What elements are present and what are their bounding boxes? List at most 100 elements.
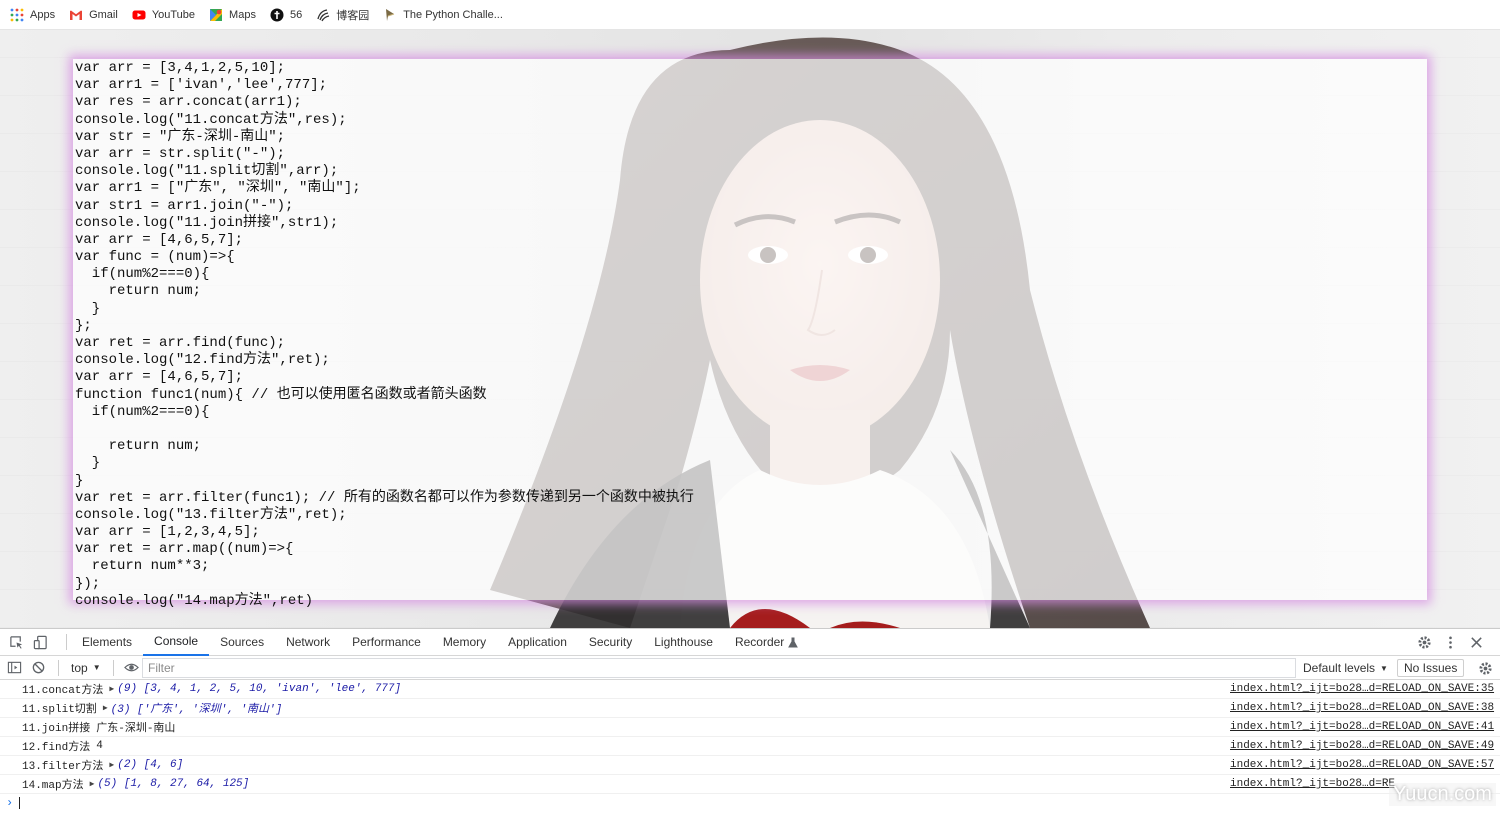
log-levels-label: Default levels [1303, 661, 1376, 675]
inspect-element-icon[interactable] [8, 634, 24, 650]
code-line: console.log("13.filter方法",ret); [75, 506, 347, 523]
tab-performance[interactable]: Performance [341, 629, 432, 656]
log-label: 11.join拼接 [22, 723, 91, 735]
prompt-chevron-icon: › [6, 796, 14, 810]
device-toolbar-icon[interactable] [32, 634, 48, 650]
bookmark-label: The Python Challe... [403, 8, 503, 21]
bookmark-python-challenge[interactable]: The Python Challe... [383, 8, 503, 22]
code-line: var str = "广东-深圳-南山"; [75, 128, 286, 145]
code-line: } [75, 472, 84, 489]
log-value: 广东-深圳-南山 [96, 723, 176, 735]
settings-gear-icon[interactable] [1416, 635, 1432, 651]
watermark: Yuucn.com [1389, 783, 1496, 806]
source-link[interactable]: index.html?_ijt=bo28…d=RELOAD_ON_SAVE:49 [1230, 740, 1494, 752]
bookmark-apps[interactable]: Apps [10, 8, 55, 22]
code-line: return num; [75, 438, 202, 455]
source-link[interactable]: index.html?_ijt=bo28…d=RELOAD_ON_SAVE:41 [1230, 721, 1494, 733]
code-line: var ret = arr.filter(func1); // 所有的函数名都可… [75, 489, 694, 506]
live-expression-eye-icon[interactable] [124, 660, 140, 676]
log-levels-dropdown[interactable]: Default levels ▼ [1303, 656, 1388, 680]
code-line: var res = arr.concat(arr1); [75, 94, 302, 111]
code-line: var arr = [4,6,5,7]; [75, 231, 244, 248]
bookmark-label: Apps [30, 8, 56, 21]
code-line: console.log("11.split切割",arr); [75, 163, 339, 180]
expand-triangle-icon[interactable]: ▶ [103, 703, 108, 713]
tab-elements[interactable]: Elements [71, 629, 143, 656]
code-line: function func1(num){ // 也可以使用匿名函数或者箭头函数 [75, 386, 487, 403]
expand-triangle-icon[interactable]: ▶ [109, 760, 114, 770]
tab-recorder-label: Recorder [734, 635, 785, 649]
console-output: 11.concat方法 ▶ (9) [3, 4, 1, 2, 5, 10, 'iva… [0, 680, 1500, 812]
tab-console[interactable]: Console [143, 629, 210, 656]
code-line: var ret = arr.find(func); [75, 335, 286, 351]
dropdown-arrow-icon: ▼ [92, 663, 101, 672]
log-label: 14.map方法 [22, 780, 84, 792]
log-value[interactable]: (9) [3, 4, 1, 2, 5, 10, 'ivan', 'lee', 7… [117, 683, 401, 695]
issues-button[interactable]: No Issues [1397, 659, 1465, 677]
log-value[interactable]: (3) ['广东', '深圳', '南山'] [111, 700, 283, 716]
gmail-icon [69, 8, 83, 22]
code-line: var arr = [1,2,3,4,5]; [75, 524, 260, 541]
log-value[interactable]: (2) [4, 6] [117, 759, 183, 771]
bookmark-label: 56 [289, 8, 303, 21]
log-label: 13.filter方法 [22, 761, 104, 773]
bookmark-label: Maps [229, 8, 256, 21]
code-line: }); [75, 575, 101, 592]
expand-triangle-icon[interactable]: ▶ [109, 684, 114, 694]
console-log-row: 11.split切割 ▶ (3) ['广东', '深圳', '南山'] index.h… [0, 699, 1500, 718]
code-line: var arr1 = ['ivan','lee',777]; [75, 77, 328, 94]
code-line: var func = (num)=>{ [75, 249, 235, 266]
toolbar-divider [112, 659, 114, 676]
page-viewport: var arr = [3,4,1,2,5,10]; var arr1 = ['iv… [0, 30, 1500, 628]
tab-network[interactable]: Network [275, 629, 341, 656]
bookmark-label: 博客园 [336, 9, 370, 22]
console-prompt[interactable]: › [0, 794, 1500, 812]
console-settings-gear-icon[interactable] [1477, 660, 1493, 676]
console-log-row: 14.map方法 ▶ (5) [1, 8, 27, 64, 125] index.ht… [0, 775, 1500, 794]
code-line: var arr1 = ["广东", "深圳", "南山"]; [75, 180, 361, 197]
code-line: var arr = [4,6,5,7]; [75, 369, 244, 386]
tab-security[interactable]: Security [578, 629, 643, 656]
bookmark-gmail[interactable]: Gmail [69, 8, 118, 22]
bookmark-cnblogs[interactable]: 博客园 [316, 7, 369, 23]
code-line: if(num%2===0){ [75, 403, 210, 420]
bookmark-youtube[interactable]: YouTube [132, 8, 195, 22]
tab-sources[interactable]: Sources [209, 629, 275, 656]
source-link[interactable]: index.html?_ijt=bo28…d=RELOAD_ON_SAVE:35 [1230, 683, 1494, 695]
tab-memory[interactable]: Memory [432, 629, 497, 656]
context-label: top [71, 660, 88, 675]
code-line: }; [75, 317, 92, 334]
expand-triangle-icon[interactable]: ▶ [90, 779, 95, 789]
clear-console-icon[interactable] [30, 660, 46, 676]
tab-lighthouse[interactable]: Lighthouse [643, 629, 724, 656]
code-line: var str1 = arr1.join("-"); [75, 197, 294, 214]
bookmark-label: Gmail [89, 8, 118, 21]
toolbar-divider [58, 659, 59, 676]
code-line: var arr = str.split("-"); [75, 145, 286, 162]
bookmark-maps[interactable]: Maps [209, 8, 256, 22]
code-line: return num**3; [75, 558, 210, 575]
devtools-tab-bar: Elements Console Sources Network Perform… [0, 629, 1500, 656]
site-56-icon [270, 8, 284, 22]
log-value[interactable]: (5) [1, 8, 27, 64, 125] [97, 778, 249, 790]
more-options-icon[interactable] [1442, 635, 1458, 651]
sidebar-toggle-icon[interactable] [6, 660, 22, 676]
tab-recorder[interactable]: Recorder [724, 629, 809, 656]
bookmark-56[interactable]: 56 [270, 8, 302, 22]
source-link[interactable]: index.html?_ijt=bo28…d=RELOAD_ON_SAVE:38 [1230, 702, 1494, 714]
context-selector[interactable]: top ▼ [71, 661, 101, 675]
tab-application[interactable]: Application [497, 629, 578, 656]
source-link[interactable]: index.html?_ijt=bo28…d=RELOAD_ON_SAVE:57 [1230, 759, 1494, 771]
code-display-box: var arr = [3,4,1,2,5,10]; var arr1 = ['iv… [73, 59, 1427, 609]
code-line: console.log("11.join拼接",str1); [75, 214, 339, 231]
console-filter-input[interactable]: Filter [142, 658, 1296, 678]
code-line: return num; [75, 283, 202, 300]
maps-icon [209, 8, 223, 22]
text-caret [19, 797, 21, 809]
apps-grid-icon [10, 8, 24, 22]
source-link[interactable]: index.html?_ijt=bo28…d=RE [1230, 778, 1395, 790]
close-devtools-icon[interactable] [1468, 635, 1484, 651]
log-label: 11.split切割 [22, 704, 97, 716]
console-log-row: 12.find方法 4 index.html?_ijt=bo28…d=RELOAD_… [0, 737, 1500, 756]
